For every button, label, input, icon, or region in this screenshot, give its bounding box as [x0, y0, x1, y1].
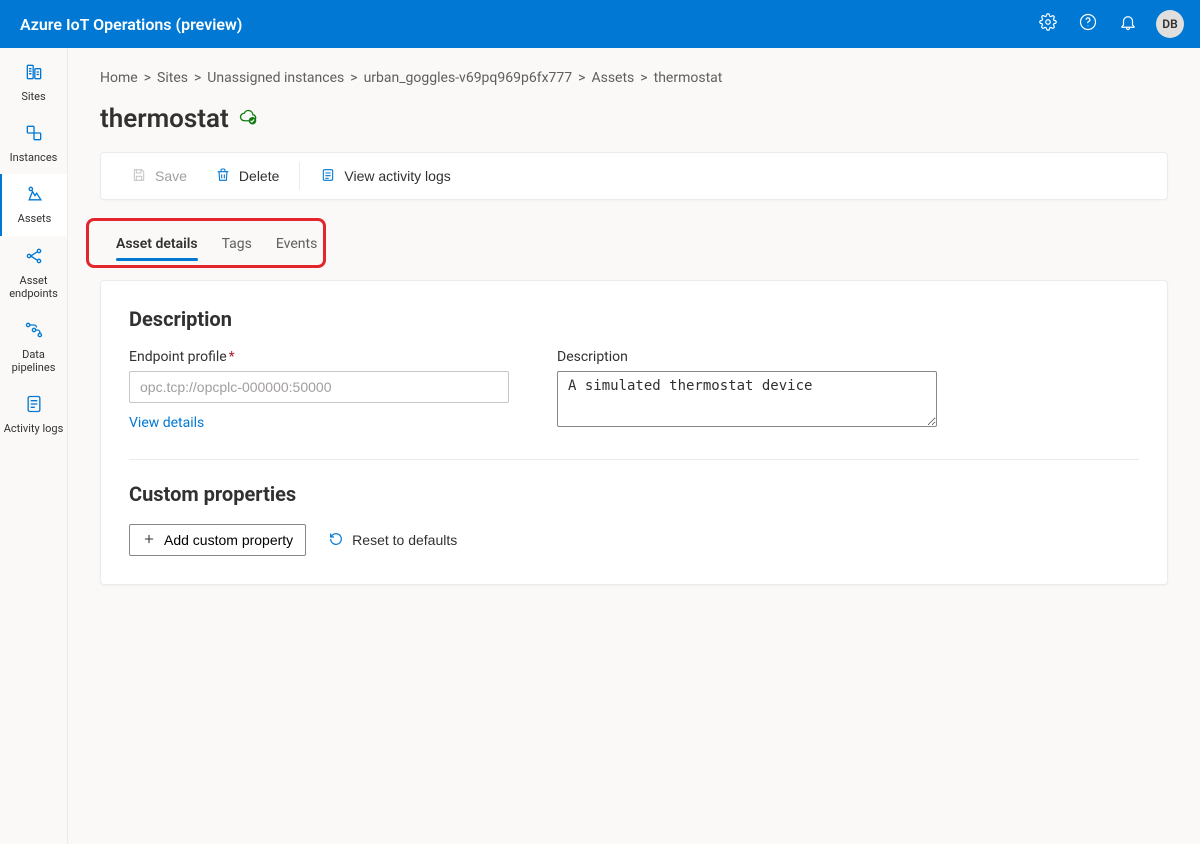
reset-to-defaults-label: Reset to defaults — [352, 532, 457, 548]
instances-icon — [24, 123, 44, 147]
tab-events[interactable]: Events — [276, 232, 317, 260]
view-activity-logs-button[interactable]: View activity logs — [306, 153, 464, 199]
trash-icon — [215, 167, 231, 186]
sidebar-item-label: Asset endpoints — [2, 274, 65, 300]
breadcrumb-current: thermostat — [654, 70, 723, 86]
description-label: Description — [557, 349, 937, 365]
top-header: Azure IoT Operations (preview) DB — [0, 0, 1200, 48]
section-title-description: Description — [129, 307, 1139, 331]
activity-logs-icon — [320, 167, 336, 186]
chevron-right-icon: > — [194, 70, 201, 86]
sidebar-item-assets[interactable]: Assets — [0, 174, 67, 235]
settings-button[interactable] — [1028, 0, 1068, 48]
section-title-custom-properties: Custom properties — [129, 482, 1139, 506]
avatar[interactable]: DB — [1156, 10, 1184, 38]
breadcrumb: Home > Sites > Unassigned instances > ur… — [100, 70, 1168, 86]
notifications-button[interactable] — [1108, 0, 1148, 48]
endpoint-profile-label-text: Endpoint profile — [129, 349, 227, 365]
description-textarea[interactable] — [557, 371, 937, 427]
chevron-right-icon: > — [144, 70, 151, 86]
sidebar-item-label: Sites — [21, 90, 45, 103]
view-activity-logs-label: View activity logs — [344, 168, 450, 184]
refresh-icon — [328, 531, 344, 550]
endpoints-icon — [24, 246, 44, 270]
sidebar-item-sites[interactable]: Sites — [0, 52, 67, 113]
sidebar: Sites Instances Assets Asset endpoints D… — [0, 48, 68, 844]
help-icon — [1079, 13, 1097, 35]
sidebar-item-activity-logs[interactable]: Activity logs — [0, 384, 67, 445]
gear-icon — [1039, 13, 1057, 35]
activity-logs-icon — [24, 394, 44, 418]
tabs: Asset details Tags Events — [100, 224, 1168, 266]
add-custom-property-button[interactable]: Add custom property — [129, 524, 306, 556]
save-icon — [131, 167, 147, 186]
sidebar-item-label: Instances — [10, 151, 58, 164]
page-title: thermostat — [100, 104, 229, 134]
breadcrumb-item[interactable]: Sites — [157, 70, 188, 86]
plus-icon — [142, 532, 156, 549]
save-button-label: Save — [155, 168, 187, 184]
save-button: Save — [117, 153, 201, 199]
cloud-sync-ok-icon — [239, 108, 257, 130]
sidebar-item-data-pipelines[interactable]: Data pipelines — [0, 310, 67, 384]
required-indicator: * — [229, 349, 235, 365]
asset-details-card: Description Endpoint profile* View detai… — [100, 280, 1168, 585]
breadcrumb-item[interactable]: Home — [100, 70, 138, 86]
help-button[interactable] — [1068, 0, 1108, 48]
breadcrumb-item[interactable]: Assets — [591, 70, 634, 86]
pipelines-icon — [24, 320, 44, 344]
sidebar-item-label: Activity logs — [4, 422, 64, 435]
assets-icon — [25, 184, 45, 208]
endpoint-profile-input[interactable] — [129, 371, 509, 403]
sidebar-item-instances[interactable]: Instances — [0, 113, 67, 174]
toolbar-divider — [299, 162, 300, 190]
brand-title: Azure IoT Operations (preview) — [20, 15, 242, 34]
delete-button-label: Delete — [239, 168, 279, 184]
bell-icon — [1119, 13, 1137, 35]
section-divider — [129, 459, 1139, 460]
sites-icon — [24, 62, 44, 86]
sidebar-item-label: Assets — [18, 212, 52, 225]
toolbar: Save Delete View activity logs — [100, 152, 1168, 200]
chevron-right-icon: > — [640, 70, 647, 86]
sidebar-item-label: Data pipelines — [2, 348, 65, 374]
chevron-right-icon: > — [350, 70, 357, 86]
tab-asset-details[interactable]: Asset details — [116, 232, 198, 260]
add-custom-property-label: Add custom property — [164, 532, 293, 548]
chevron-right-icon: > — [578, 70, 585, 86]
view-details-link[interactable]: View details — [129, 415, 204, 431]
sidebar-item-asset-endpoints[interactable]: Asset endpoints — [0, 236, 67, 310]
tab-tags[interactable]: Tags — [222, 232, 252, 260]
reset-to-defaults-button[interactable]: Reset to defaults — [328, 531, 457, 550]
endpoint-profile-label: Endpoint profile* — [129, 349, 509, 365]
breadcrumb-item[interactable]: Unassigned instances — [207, 70, 344, 86]
main-content: Home > Sites > Unassigned instances > ur… — [68, 48, 1200, 844]
delete-button[interactable]: Delete — [201, 153, 293, 199]
breadcrumb-item[interactable]: urban_goggles-v69pq969p6fx777 — [364, 70, 573, 86]
